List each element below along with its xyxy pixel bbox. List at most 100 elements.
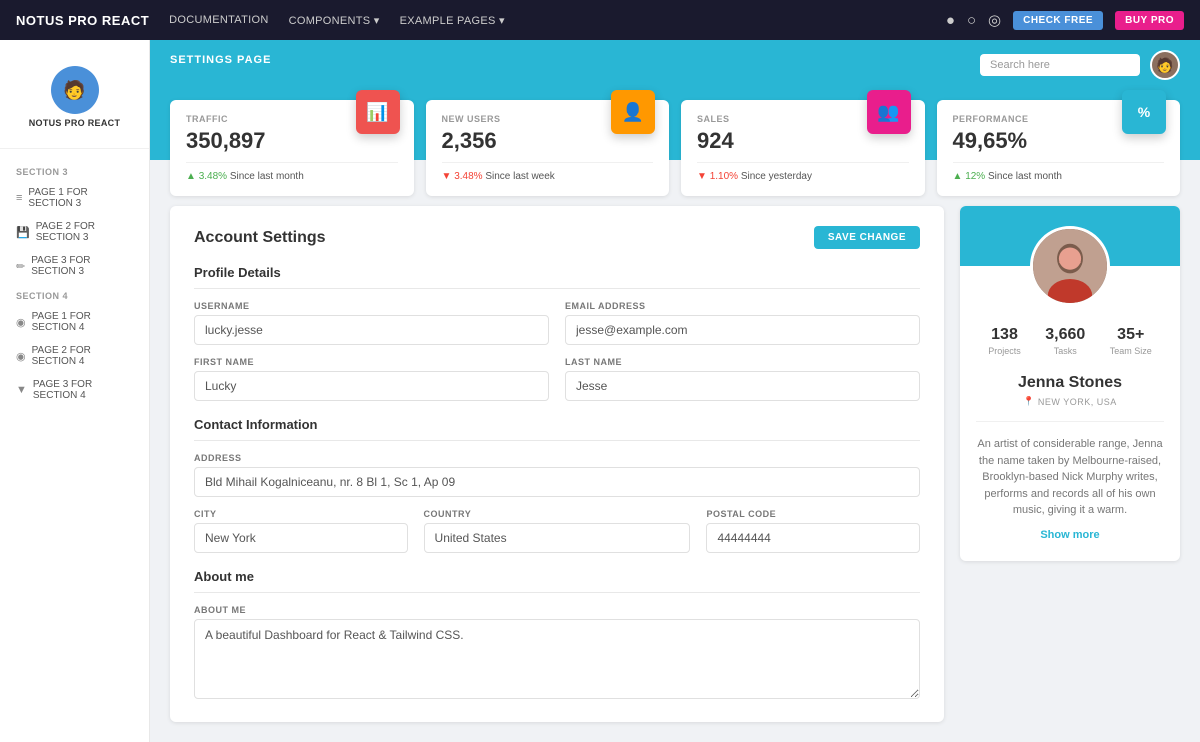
- sales-trend-text: Since yesterday: [741, 171, 812, 182]
- projects-value: 138: [988, 326, 1021, 344]
- team-label: Team Size: [1110, 346, 1152, 356]
- firstname-group: FIRST NAME: [194, 357, 549, 401]
- top-navigation: NOTUS PRO REACT DOCUMENTATION COMPONENTS…: [0, 0, 1200, 40]
- lastname-label: LAST NAME: [565, 357, 920, 367]
- traffic-footer: ▲ 3.48% Since last month: [186, 162, 398, 182]
- about-section-title: About me: [194, 569, 920, 593]
- page-icon: ◉: [16, 350, 26, 363]
- email-label: EMAIL ADDRESS: [565, 301, 920, 311]
- email-input[interactable]: [565, 315, 920, 345]
- traffic-trend-pct: 3.48%: [199, 171, 227, 182]
- tasks-label: Tasks: [1045, 346, 1085, 356]
- username-label: USERNAME: [194, 301, 549, 311]
- sales-trend-icon: ▼: [697, 171, 710, 182]
- city-group: CITY: [194, 509, 408, 553]
- about-textarea[interactable]: [194, 619, 920, 699]
- github-icon[interactable]: ◎: [988, 11, 1001, 29]
- firstname-label: FIRST NAME: [194, 357, 549, 367]
- sidebar-item-s3-2[interactable]: 💾 PAGE 2 FOR SECTION 3: [0, 215, 149, 249]
- page-title: SETTINGS PAGE: [170, 50, 271, 66]
- nav-documentation[interactable]: DOCUMENTATION: [169, 14, 268, 26]
- check-free-button[interactable]: CHECK FREE: [1013, 11, 1103, 30]
- lastname-input[interactable]: [565, 371, 920, 401]
- section4-label: SECTION 4: [0, 283, 149, 305]
- performance-trend-icon: ▲: [953, 171, 966, 182]
- show-more-link[interactable]: Show more: [960, 529, 1180, 541]
- save-change-button[interactable]: SAVE CHANGE: [814, 226, 920, 249]
- sidebar-item-s4-3[interactable]: ▼ PAGE 3 FOR SECTION 4: [0, 373, 149, 407]
- sidebar-avatar: 🧑: [51, 66, 99, 114]
- sales-trend-pct: 1.10%: [710, 171, 738, 182]
- profile-bio: An artist of considerable range, Jenna t…: [960, 436, 1180, 519]
- postal-group: POSTAL CODE: [706, 509, 920, 553]
- profile-row-2: FIRST NAME LAST NAME: [194, 357, 920, 401]
- users-trend-text: Since last week: [485, 171, 554, 182]
- address-input[interactable]: [194, 467, 920, 497]
- stats-cards: 📊 TRAFFIC 350,897 ▲ 3.48% Since last mon…: [170, 100, 1180, 196]
- page-icon: ✏: [16, 260, 25, 273]
- facebook-icon[interactable]: ●: [946, 12, 955, 29]
- page-icon: ≡: [16, 192, 22, 204]
- main-content: SETTINGS PAGE 🧑 📊 TRAFFIC 350,897 ▲ 3.48…: [150, 40, 1200, 742]
- account-content: Account Settings SAVE CHANGE Profile Det…: [150, 206, 1200, 742]
- contact-section-title: Contact Information: [194, 417, 920, 441]
- search-input[interactable]: [980, 54, 1140, 76]
- stat-card-traffic: 📊 TRAFFIC 350,897 ▲ 3.48% Since last mon…: [170, 100, 414, 196]
- header-avatar: 🧑: [1150, 50, 1180, 80]
- header-right: 🧑: [980, 50, 1180, 80]
- country-group: COUNTRY: [424, 509, 691, 553]
- username-input[interactable]: [194, 315, 549, 345]
- country-input[interactable]: [424, 523, 691, 553]
- profile-divider: [976, 421, 1164, 422]
- twitter-icon[interactable]: ○: [967, 12, 976, 29]
- address-group: ADDRESS: [194, 453, 920, 497]
- sales-footer: ▼ 1.10% Since yesterday: [697, 162, 909, 182]
- performance-footer: ▲ 12% Since last month: [953, 162, 1165, 182]
- profile-row-1: USERNAME EMAIL ADDRESS: [194, 301, 920, 345]
- nav-example-pages[interactable]: EXAMPLE PAGES ▾: [400, 14, 505, 27]
- contact-row-1: ADDRESS: [194, 453, 920, 497]
- location-pin-icon: 📍: [1023, 396, 1035, 407]
- stat-card-performance: % PERFORMANCE 49,65% ▲ 12% Since last mo…: [937, 100, 1181, 196]
- settings-header: Account Settings SAVE CHANGE: [194, 226, 920, 249]
- sidebar-item-s4-2[interactable]: ◉ PAGE 2 FOR SECTION 4: [0, 339, 149, 373]
- nav-components[interactable]: COMPONENTS ▾: [289, 14, 380, 27]
- performance-trend-text: Since last month: [988, 171, 1062, 182]
- stat-tasks: 3,660 Tasks: [1045, 326, 1085, 356]
- firstname-input[interactable]: [194, 371, 549, 401]
- username-group: USERNAME: [194, 301, 549, 345]
- stat-team: 35+ Team Size: [1110, 326, 1152, 356]
- stat-card-users: 👤 NEW USERS 2,356 ▼ 3.48% Since last wee…: [426, 100, 670, 196]
- section3-label: SECTION 3: [0, 159, 149, 181]
- brand-logo[interactable]: NOTUS PRO REACT: [16, 13, 149, 28]
- profile-avatar-wrap: [960, 226, 1180, 306]
- city-input[interactable]: [194, 523, 408, 553]
- sidebar-item-s3-3[interactable]: ✏ PAGE 3 FOR SECTION 3: [0, 249, 149, 283]
- profile-location: 📍 NEW YORK, USA: [960, 396, 1180, 407]
- postal-label: POSTAL CODE: [706, 509, 920, 519]
- sidebar-item-s4-1[interactable]: ◉ PAGE 1 FOR SECTION 4: [0, 305, 149, 339]
- contact-row-2: CITY COUNTRY POSTAL CODE: [194, 509, 920, 553]
- postal-input[interactable]: [706, 523, 920, 553]
- stats-row: 📊 TRAFFIC 350,897 ▲ 3.48% Since last mon…: [150, 100, 1200, 196]
- users-footer: ▼ 3.48% Since last week: [442, 162, 654, 182]
- email-group: EMAIL ADDRESS: [565, 301, 920, 345]
- address-label: ADDRESS: [194, 453, 920, 463]
- page-icon: ▼: [16, 384, 27, 396]
- profile-stats: 138 Projects 3,660 Tasks 35+ Team Size: [960, 316, 1180, 366]
- topnav-icons: ● ○ ◎ CHECK FREE BUY PRO: [946, 11, 1184, 30]
- sidebar-item-s3-1[interactable]: ≡ PAGE 1 FOR SECTION 3: [0, 181, 149, 215]
- traffic-trend-text: Since last month: [230, 171, 304, 182]
- profile-card: 138 Projects 3,660 Tasks 35+ Team Size J…: [960, 206, 1180, 722]
- settings-title: Account Settings: [194, 229, 326, 247]
- about-group: ABOUT ME: [194, 605, 920, 702]
- page-icon: 💾: [16, 226, 30, 239]
- tasks-value: 3,660: [1045, 326, 1085, 344]
- sidebar: 🧑 NOTUS PRO REACT SECTION 3 ≡ PAGE 1 FOR…: [0, 40, 150, 742]
- traffic-trend-icon: ▲: [186, 171, 199, 182]
- profile-name: Jenna Stones: [960, 374, 1180, 392]
- performance-trend-pct: 12%: [965, 171, 985, 182]
- buy-pro-button[interactable]: BUY PRO: [1115, 11, 1184, 30]
- stat-card-sales: 👥 SALES 924 ▼ 1.10% Since yesterday: [681, 100, 925, 196]
- users-trend-pct: 3.48%: [454, 171, 482, 182]
